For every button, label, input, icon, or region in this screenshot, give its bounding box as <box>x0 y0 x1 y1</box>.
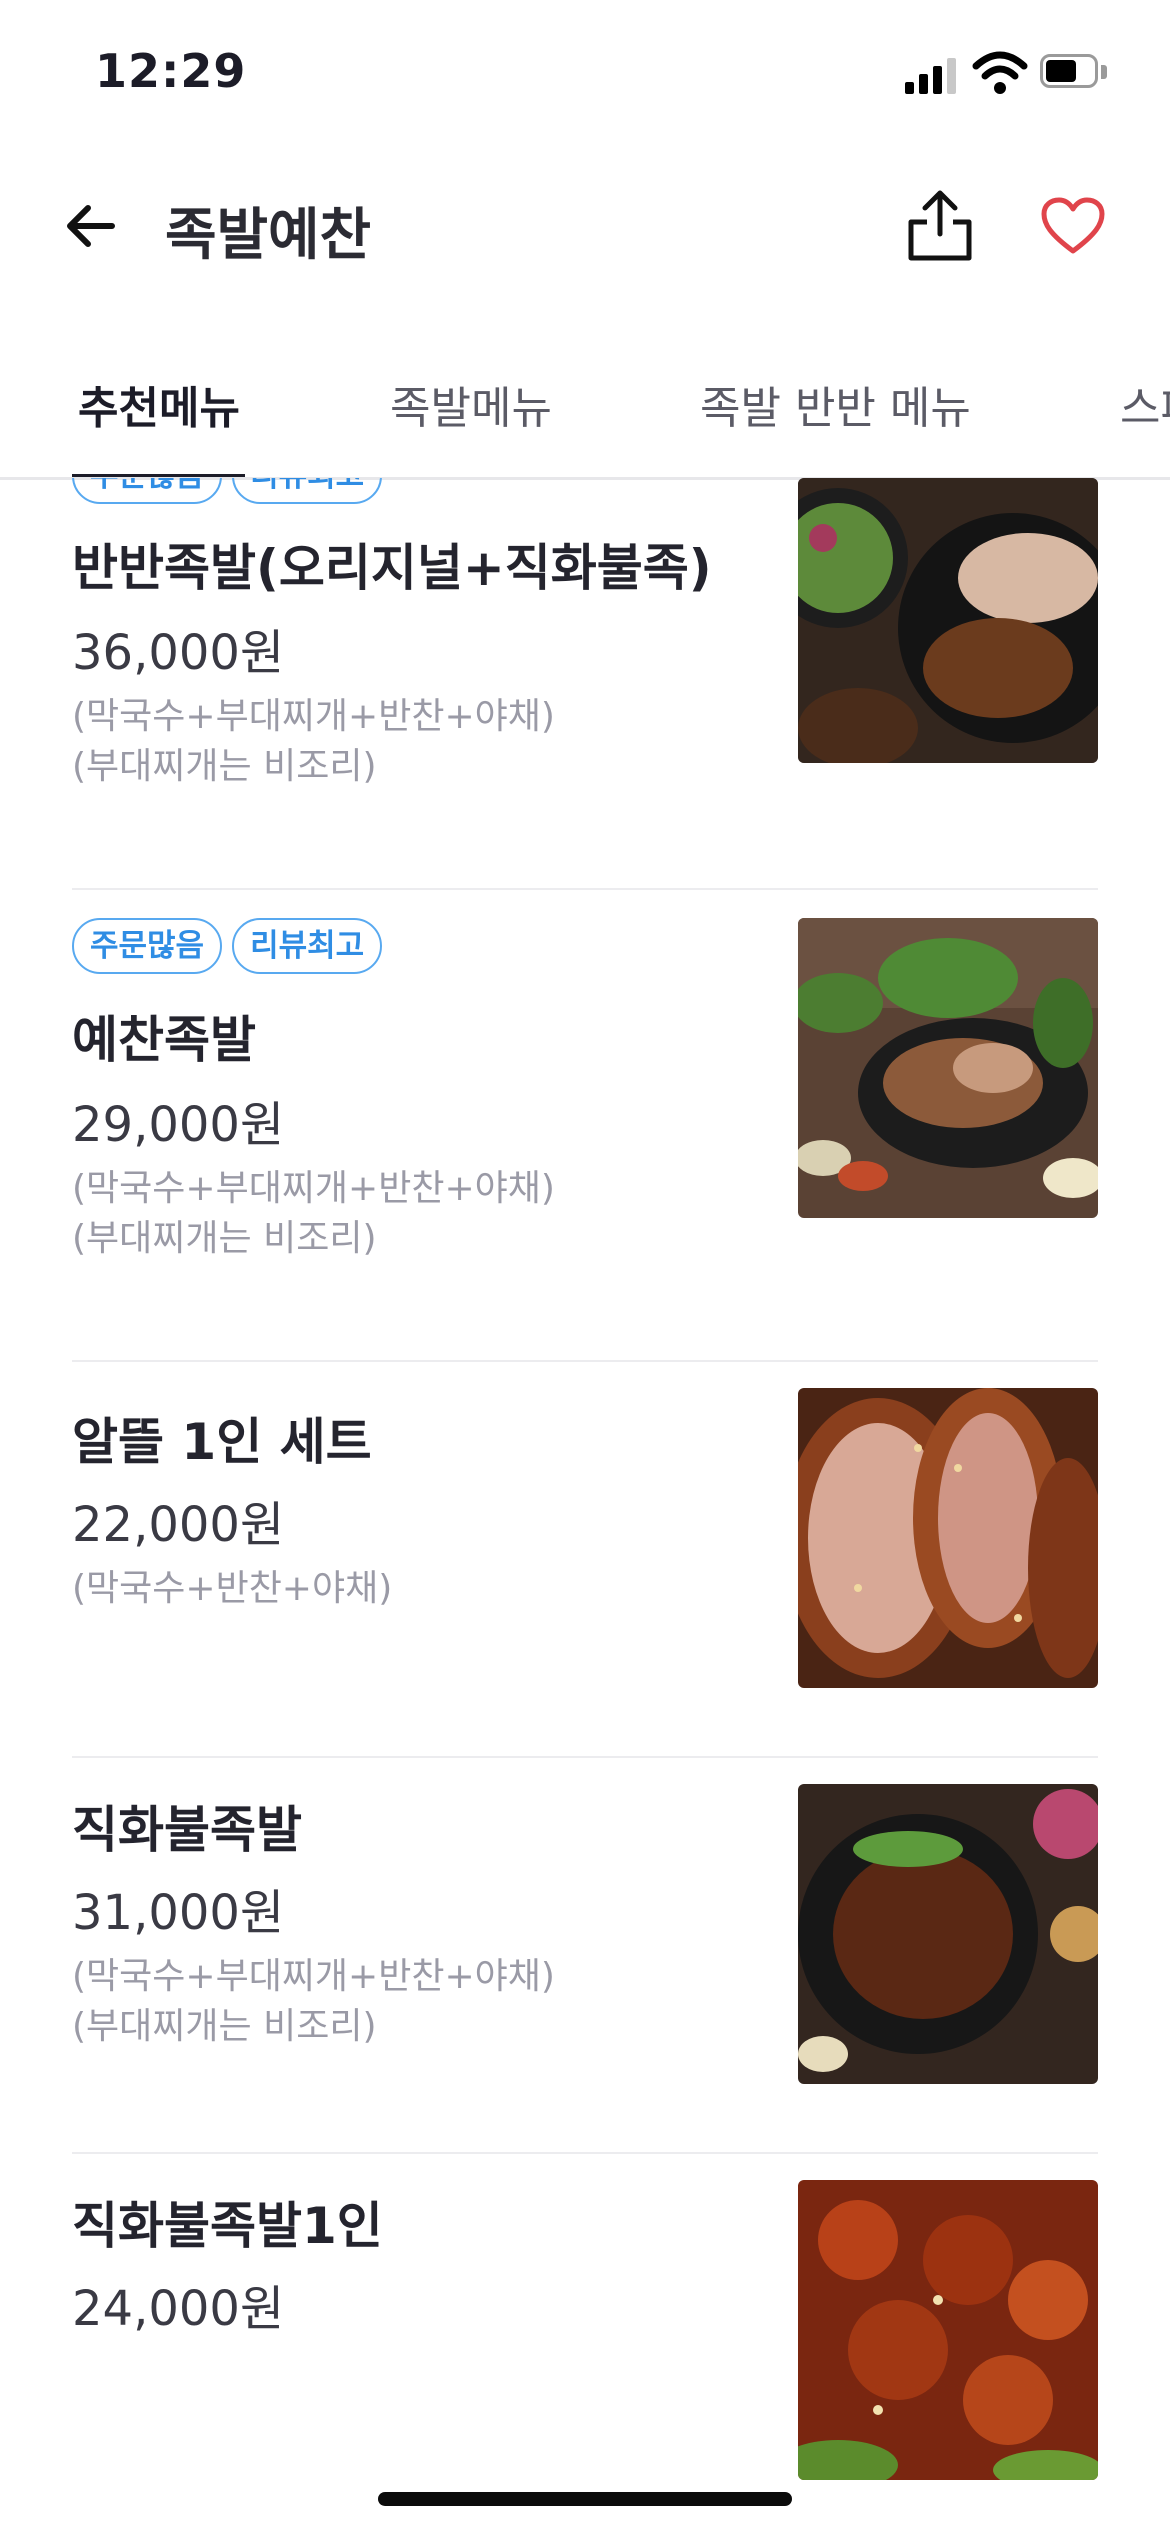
menu-item-photo <box>798 478 1098 763</box>
menu-item-description: (막국수+부대찌개+반찬+야채) <box>72 1168 555 1209</box>
badge-best-review: 리뷰최고 <box>232 478 383 504</box>
menu-item[interactable]: 주문많음 리뷰최고 반반족발(오리지널+직화불족) 36,000원 (막국수+부대… <box>0 478 1170 888</box>
menu-item-photo <box>798 2180 1098 2480</box>
back-arrow-icon[interactable] <box>62 196 122 256</box>
menu-item-name: 알뜰 1인 세트 <box>72 1413 372 1471</box>
menu-item-name: 직화불족발1인 <box>72 2197 383 2255</box>
tab-half-half-menu[interactable]: 족발 반반 메뉴 <box>700 372 971 436</box>
menu-item-price: 22,000원 <box>72 1497 285 1553</box>
menu-item-note: (부대찌개는 비조리) <box>72 746 377 787</box>
menu-item-name: 반반족발(오리지널+직화불족) <box>72 539 712 597</box>
menu-item-note: (부대찌개는 비조리) <box>72 1218 377 1259</box>
menu-item-name: 예찬족발 <box>72 1011 256 1069</box>
battery-icon <box>1040 54 1110 92</box>
menu-item-price: 31,000원 <box>72 1885 285 1941</box>
menu-item[interactable]: 주문많음 리뷰최고 예찬족발 29,000원 (막국수+부대찌개+반찬+야채) (… <box>0 890 1170 1360</box>
wifi-icon <box>972 51 1028 94</box>
menu-item-photo <box>798 918 1098 1218</box>
tab-special[interactable]: 스페셜 <box>1120 372 1170 436</box>
menu-item-description: (막국수+반찬+야채) <box>72 1568 393 1609</box>
menu-item[interactable]: 알뜰 1인 세트 22,000원 (막국수+반찬+야채) <box>0 1362 1170 1756</box>
menu-item-photo <box>798 1784 1098 2084</box>
menu-item-price: 36,000원 <box>72 625 285 681</box>
signal-icon <box>905 56 959 94</box>
share-icon[interactable] <box>905 188 975 264</box>
badge-group: 주문많음 리뷰최고 <box>72 478 392 504</box>
status-bar: 12:29 <box>0 0 1170 150</box>
tab-jokbal-menu[interactable]: 족발메뉴 <box>390 372 552 436</box>
menu-item-price: 29,000원 <box>72 1097 285 1153</box>
menu-item-photo <box>798 1388 1098 1688</box>
menu-list: 주문많음리뷰최고 반반족발(오리지널+직화불족) 36,000원 (막국수+부대… <box>0 478 1170 2532</box>
page-title: 족발예찬 <box>165 203 372 268</box>
menu-item-price: 24,000원 <box>72 2281 285 2337</box>
badge-best-review: 리뷰최고 <box>232 918 383 974</box>
tab-recommended[interactable]: 추천메뉴 <box>78 372 240 436</box>
menu-item[interactable]: 직화불족발1인 24,000원 <box>0 2154 1170 2532</box>
menu-item-name: 직화불족발 <box>72 1801 302 1859</box>
badge-group: 주문많음리뷰최고 <box>72 918 392 974</box>
badge-popular: 주문많음 <box>72 478 223 504</box>
menu-item-description: (막국수+부대찌개+반찬+야채) <box>72 696 555 737</box>
menu-tabs: 추천메뉴 족발메뉴 족발 반반 메뉴 스페셜 <box>0 330 1170 480</box>
store-header: 족발예찬 <box>0 150 1170 300</box>
badge-popular: 주문많음 <box>72 918 223 974</box>
menu-item-description: (막국수+부대찌개+반찬+야채) <box>72 1956 555 1997</box>
heart-icon[interactable] <box>1040 196 1106 256</box>
status-time: 12:29 <box>95 44 247 98</box>
menu-item-note: (부대찌개는 비조리) <box>72 2006 377 2047</box>
home-indicator[interactable] <box>378 2492 792 2506</box>
menu-item[interactable]: 직화불족발 31,000원 (막국수+부대찌개+반찬+야채) (부대찌개는 비조… <box>0 1758 1170 2152</box>
